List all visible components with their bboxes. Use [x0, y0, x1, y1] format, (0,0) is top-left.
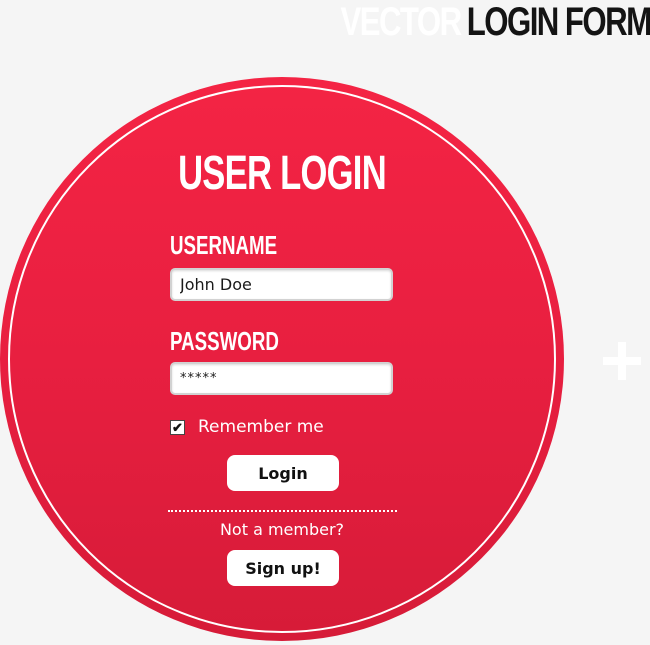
password-input[interactable] [170, 362, 393, 395]
signup-button[interactable]: Sign up! [227, 550, 339, 586]
page-heading-dark: LOGIN FORM [466, 0, 650, 44]
login-button[interactable]: Login [227, 455, 339, 491]
username-label: USERNAME [170, 230, 278, 260]
plus-icon [603, 342, 641, 380]
dotted-divider [168, 510, 397, 512]
signup-prompt: Not a member? [219, 520, 345, 539]
login-form-circle: USER LOGIN USERNAME PASSWORD ✔ Remember … [0, 77, 564, 641]
page-heading-light: VECTOR [339, 0, 462, 44]
remember-me-checkbox[interactable]: ✔ [170, 419, 185, 435]
username-input[interactable] [170, 268, 393, 301]
password-label: PASSWORD [170, 326, 279, 356]
remember-me-row: ✔ Remember me [170, 416, 324, 438]
form-title: USER LOGIN [178, 147, 387, 200]
checkmark-icon: ✔ [172, 419, 183, 435]
remember-me-label[interactable]: Remember me [198, 417, 324, 437]
page-heading: VECTOR LOGIN FORM [340, 0, 650, 44]
